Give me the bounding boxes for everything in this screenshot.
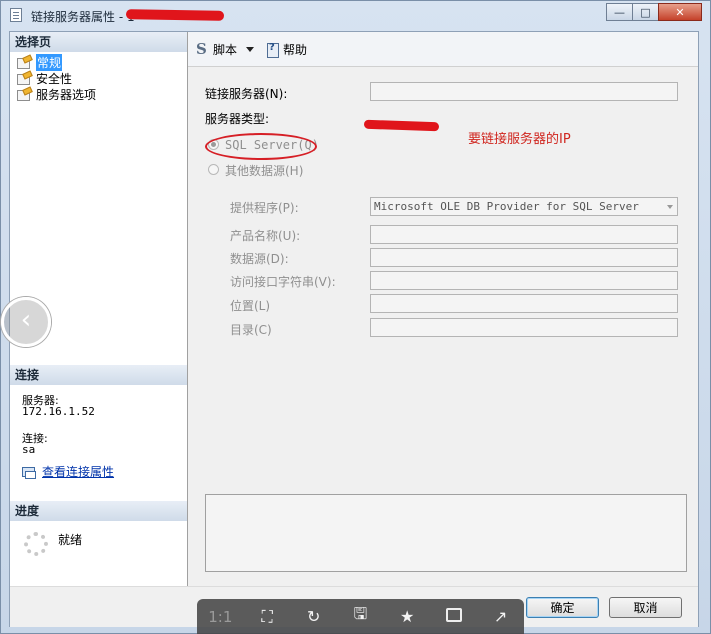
page-item-general[interactable]: 常规 <box>16 53 96 71</box>
minimize-button[interactable]: — <box>606 3 633 21</box>
redaction-mark <box>125 9 225 21</box>
page-icon <box>16 88 32 101</box>
other-datasource-radio[interactable] <box>208 164 219 175</box>
script-button[interactable]: 脚本 <box>196 40 255 58</box>
location-label: 位置(L) <box>230 299 271 313</box>
product-name-input[interactable] <box>370 225 678 244</box>
script-label: 脚本 <box>213 43 238 57</box>
server-type-label: 服务器类型: <box>205 112 270 126</box>
view-connection-properties-link[interactable]: 查看连接属性 <box>22 463 114 480</box>
fit-screen-icon[interactable]: ⛶ <box>253 607 281 627</box>
cancel-button[interactable]: 取消 <box>609 597 682 618</box>
page-icon <box>16 56 32 69</box>
window-title: 链接服务器属性 - 1 <box>31 10 135 24</box>
progress-spinner-icon <box>24 532 48 556</box>
help-label: 帮助 <box>283 43 308 57</box>
catalog-label: 目录(C) <box>230 323 272 337</box>
linked-server-input[interactable] <box>370 82 678 101</box>
favorite-icon[interactable]: ★ <box>393 607 421 626</box>
provider-label: 提供程序(P): <box>230 201 299 215</box>
catalog-input[interactable] <box>370 318 678 337</box>
ok-button[interactable]: 确定 <box>526 597 599 618</box>
fullscreen-icon[interactable] <box>440 607 468 626</box>
connection-heading: 连接 <box>10 365 187 385</box>
dialog-window: 链接服务器属性 - 1 — □ ✕ 选择页 常规 安全性 服务器选项 ‹ 连接 … <box>0 0 711 634</box>
select-page-heading: 选择页 <box>10 32 187 52</box>
annotation-ellipse <box>205 133 317 160</box>
chevron-down-icon[interactable] <box>246 47 255 52</box>
linked-server-label: 链接服务器(N): <box>205 87 288 101</box>
provider-select[interactable]: Microsoft OLE DB Provider for SQL Server <box>370 197 678 216</box>
page-label: 安全性 <box>36 71 73 86</box>
link-label: 查看连接属性 <box>42 465 115 479</box>
actual-size-button[interactable]: 1:1 <box>206 608 234 626</box>
help-icon <box>266 42 280 58</box>
page-item-server-options[interactable]: 服务器选项 <box>16 86 96 102</box>
message-area <box>205 494 687 572</box>
left-pane: 选择页 常规 安全性 服务器选项 ‹ 连接 服务器: 172.16.1.52 连… <box>1 32 188 586</box>
rotate-icon[interactable]: ↻ <box>300 607 328 626</box>
server-value: 172.16.1.52 <box>22 405 95 418</box>
product-name-label: 产品名称(U): <box>230 229 301 243</box>
page-label: 常规 <box>36 53 63 71</box>
right-pane: 脚本 帮助 链接服务器(N): 要链接服务器的IP 服务器类型: SQL Ser… <box>188 32 698 586</box>
share-icon[interactable]: ↗ <box>487 607 515 626</box>
provider-value: Microsoft OLE DB Provider for SQL Server <box>374 200 639 213</box>
title-bar: 链接服务器属性 - 1 — □ ✕ <box>1 1 710 31</box>
page-icon <box>16 72 32 85</box>
properties-icon <box>22 466 36 479</box>
chevron-down-icon <box>667 205 673 209</box>
toolbar: 脚本 帮助 <box>188 32 698 67</box>
save-icon[interactable]: 🖫 <box>346 603 374 630</box>
maximize-button[interactable]: □ <box>632 3 659 21</box>
chevron-left-icon[interactable]: ‹ <box>1 297 51 347</box>
dialog-client: 选择页 常规 安全性 服务器选项 ‹ 连接 服务器: 172.16.1.52 连… <box>1 31 699 627</box>
other-datasource-radio-label: 其他数据源(H) <box>225 164 304 178</box>
access-string-label: 访问接口字符串(V): <box>230 275 336 289</box>
annotation-text: 要链接服务器的IP <box>468 132 571 147</box>
access-string-input[interactable] <box>370 271 678 290</box>
progress-status: 就绪 <box>58 533 83 547</box>
page-label: 服务器选项 <box>36 87 97 102</box>
location-input[interactable] <box>370 294 678 313</box>
datasource-label: 数据源(D): <box>230 252 289 266</box>
help-button[interactable]: 帮助 <box>266 41 307 58</box>
progress-heading: 进度 <box>10 501 187 521</box>
close-button[interactable]: ✕ <box>658 3 702 21</box>
page-item-security[interactable]: 安全性 <box>16 70 96 86</box>
redaction-mark <box>363 119 440 132</box>
datasource-input[interactable] <box>370 248 678 267</box>
connection-value: sa <box>22 443 36 456</box>
script-icon <box>196 40 210 58</box>
image-viewer-toolbar: 1:1 ⛶ ↻ 🖫 ★ ↗ <box>197 599 524 634</box>
page-list: 常规 安全性 服务器选项 <box>16 53 96 102</box>
window-icon <box>10 8 22 22</box>
